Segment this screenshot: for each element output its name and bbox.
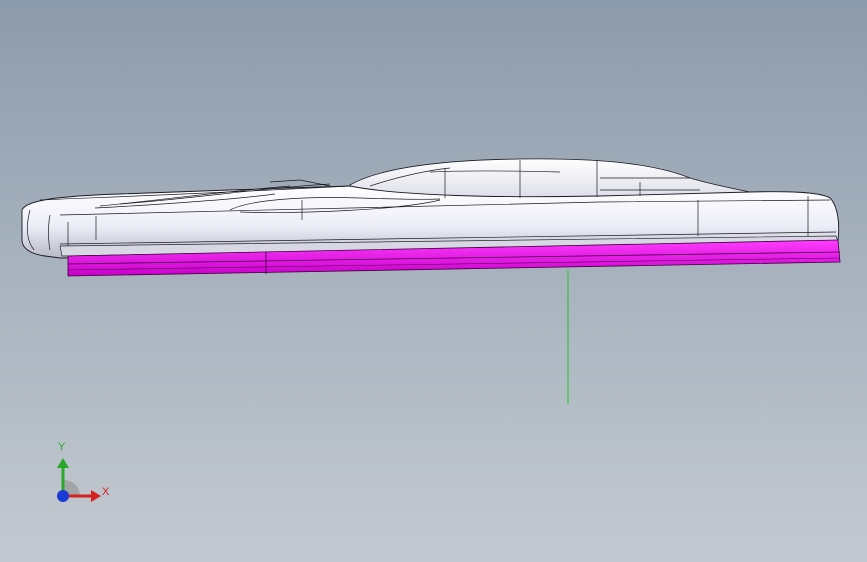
y-arrowhead-icon (57, 458, 69, 468)
graphics-viewport[interactable]: Y X (0, 0, 867, 562)
reference-triad[interactable]: Y X (48, 440, 118, 510)
x-arrowhead-icon (91, 490, 101, 502)
x-axis-label: X (102, 486, 110, 498)
z-axis-dot-icon (57, 490, 69, 502)
y-axis-label: Y (58, 441, 66, 453)
model-view[interactable] (0, 0, 867, 562)
